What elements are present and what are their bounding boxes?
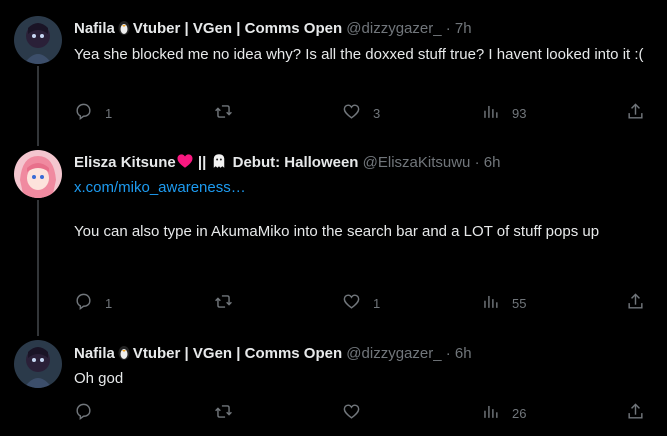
penguin-icon — [115, 18, 133, 42]
views-icon — [481, 402, 500, 424]
share-button[interactable] — [626, 402, 645, 424]
views-icon — [481, 102, 500, 124]
retweet-button[interactable] — [214, 102, 245, 124]
penguin-icon — [115, 343, 133, 367]
like-button[interactable] — [342, 402, 373, 424]
handle[interactable]: @dizzygazer_ — [346, 20, 441, 37]
separator: · — [474, 154, 480, 171]
share-button[interactable] — [626, 102, 645, 124]
share-icon — [626, 292, 645, 314]
reply-icon — [74, 402, 93, 424]
avatar[interactable] — [14, 340, 62, 388]
view-count: 55 — [512, 295, 527, 311]
heart-icon — [342, 102, 361, 124]
reply-count: 1 — [105, 295, 113, 311]
separator: · — [445, 20, 451, 37]
retweet-button[interactable] — [214, 292, 245, 314]
timestamp[interactable]: 6h — [455, 345, 472, 362]
display-name[interactable]: Nafila Vtuber | VGen | Comms Open — [74, 345, 342, 362]
views-button[interactable]: 93 — [481, 102, 526, 124]
heart-emoji-icon — [176, 152, 194, 176]
share-icon — [626, 402, 645, 424]
reply-button[interactable]: 1 — [74, 292, 112, 314]
tweet-link[interactable]: x.com/miko_awareness… — [74, 177, 654, 199]
views-button[interactable]: 26 — [481, 402, 526, 424]
view-count: 93 — [512, 105, 527, 121]
display-name[interactable]: Nafila Vtuber | VGen | Comms Open — [74, 20, 342, 37]
ghost-icon — [210, 152, 228, 176]
share-button[interactable] — [626, 292, 645, 314]
heart-icon — [342, 402, 361, 424]
tweet-text: Oh god — [74, 370, 124, 387]
reply-button[interactable] — [74, 402, 105, 424]
reply-icon — [74, 292, 93, 314]
separator: · — [445, 345, 451, 362]
timestamp[interactable]: 7h — [455, 20, 472, 37]
tweet-header: Elisza Kitsune || Debut: Halloween @Elis… — [74, 152, 500, 176]
share-icon — [626, 102, 645, 124]
like-button[interactable]: 1 — [342, 292, 380, 314]
like-button[interactable]: 3 — [342, 102, 380, 124]
retweet-icon — [214, 292, 233, 314]
reply-button[interactable]: 1 — [74, 102, 112, 124]
action-bar: 26 — [74, 402, 654, 426]
tweet[interactable]: Nafila Vtuber | VGen | Comms Open @dizzyg… — [0, 0, 667, 140]
avatar[interactable] — [14, 150, 62, 198]
like-count: 1 — [373, 295, 381, 311]
retweet-icon — [214, 402, 233, 424]
timestamp[interactable]: 6h — [484, 154, 501, 171]
action-bar: 1 1 55 — [74, 292, 654, 316]
display-name[interactable]: Elisza Kitsune || Debut: Halloween — [74, 154, 358, 171]
action-bar: 1 3 93 — [74, 102, 654, 126]
views-icon — [481, 292, 500, 314]
tweet-header: Nafila Vtuber | VGen | Comms Open @dizzyg… — [74, 18, 472, 42]
tweet[interactable]: Elisza Kitsune || Debut: Halloween @Elis… — [0, 140, 667, 330]
views-button[interactable]: 55 — [481, 292, 526, 314]
handle[interactable]: @EliszaKitsuwu — [363, 154, 471, 171]
tweet-text: Yea she blocked me no idea why? Is all t… — [74, 46, 644, 63]
like-count: 3 — [373, 105, 381, 121]
retweet-icon — [214, 102, 233, 124]
heart-icon — [342, 292, 361, 314]
avatar[interactable] — [14, 16, 62, 64]
handle[interactable]: @dizzygazer_ — [346, 345, 441, 362]
tweet-header: Nafila Vtuber | VGen | Comms Open @dizzyg… — [74, 343, 472, 367]
tweet-text: You can also type in AkumaMiko into the … — [74, 223, 600, 240]
retweet-button[interactable] — [214, 402, 245, 424]
tweet[interactable]: Nafila Vtuber | VGen | Comms Open @dizzyg… — [0, 330, 667, 436]
view-count: 26 — [512, 405, 527, 421]
reply-icon — [74, 102, 93, 124]
reply-count: 1 — [105, 105, 113, 121]
